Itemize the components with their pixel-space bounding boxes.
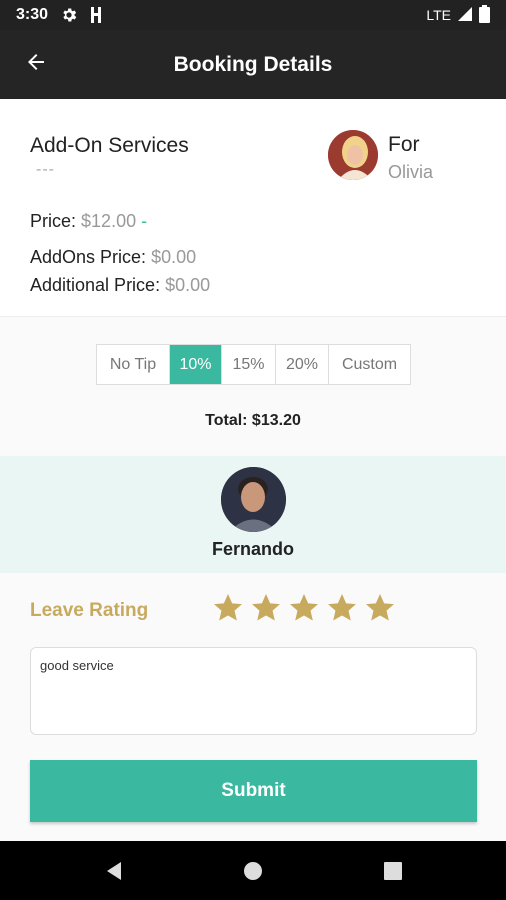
addons-price-label: AddOns Price: bbox=[30, 247, 147, 267]
service-placeholder: --- bbox=[36, 161, 55, 178]
star-icon[interactable] bbox=[288, 592, 320, 624]
page-title: Booking Details bbox=[173, 52, 333, 76]
review-comment-input[interactable]: good service bbox=[30, 647, 477, 735]
additional-price-value: $0.00 bbox=[165, 275, 211, 295]
rating-label: Leave Rating bbox=[30, 600, 149, 621]
for-label: For bbox=[388, 133, 420, 156]
nav-back-icon[interactable] bbox=[103, 860, 125, 882]
system-nav-bar bbox=[0, 841, 506, 900]
addons-price-row: AddOns Price: $0.00 bbox=[30, 247, 196, 268]
service-title: Add-On Services bbox=[30, 134, 189, 157]
status-time: 3:30 bbox=[16, 6, 49, 23]
battery-icon bbox=[479, 4, 490, 26]
price-dash: - bbox=[141, 211, 148, 231]
total-amount: Total: $13.20 bbox=[205, 412, 301, 429]
stylist-section: Fernando bbox=[0, 456, 506, 573]
app-bar: Booking Details bbox=[0, 30, 506, 99]
star-icon[interactable] bbox=[250, 592, 282, 624]
tip-option-20[interactable]: 20% bbox=[276, 345, 329, 384]
client-avatar bbox=[328, 130, 378, 180]
sim-card-icon bbox=[90, 6, 102, 24]
price-label: Price: bbox=[30, 211, 77, 231]
stylist-name: Fernando bbox=[211, 539, 294, 559]
tip-option-15[interactable]: 15% bbox=[222, 345, 276, 384]
back-button[interactable] bbox=[20, 48, 52, 80]
service-card: Add-On Services --- For Olivia Price: $1… bbox=[0, 99, 506, 317]
additional-price-label: Additional Price: bbox=[30, 275, 161, 295]
price-value: $12.00 bbox=[81, 211, 137, 231]
network-type-label: LTE bbox=[426, 7, 451, 23]
tip-selector: No Tip 10% 15% 20% Custom bbox=[96, 344, 411, 385]
addons-price-value: $0.00 bbox=[151, 247, 197, 267]
booking-content: Add-On Services --- For Olivia Price: $1… bbox=[0, 99, 506, 841]
submit-button[interactable]: Submit bbox=[30, 760, 477, 822]
arrow-left-icon bbox=[24, 50, 48, 79]
client-name: Olivia bbox=[388, 162, 434, 182]
star-icon[interactable] bbox=[212, 592, 244, 624]
signal-icon bbox=[457, 6, 473, 25]
settings-gear-icon bbox=[60, 6, 78, 24]
price-row: Price: $12.00 - bbox=[30, 211, 147, 232]
tip-option-10[interactable]: 10% bbox=[170, 345, 222, 384]
nav-recents-icon[interactable] bbox=[382, 860, 404, 882]
star-rating bbox=[212, 592, 396, 624]
nav-home-icon[interactable] bbox=[242, 860, 264, 882]
star-icon[interactable] bbox=[326, 592, 358, 624]
tip-option-no-tip[interactable]: No Tip bbox=[97, 345, 170, 384]
additional-price-row: Additional Price: $0.00 bbox=[30, 275, 210, 296]
star-icon[interactable] bbox=[364, 592, 396, 624]
tip-option-custom[interactable]: Custom bbox=[329, 345, 410, 384]
stylist-avatar bbox=[221, 467, 286, 532]
status-bar: 3:30 LTE bbox=[0, 0, 506, 30]
